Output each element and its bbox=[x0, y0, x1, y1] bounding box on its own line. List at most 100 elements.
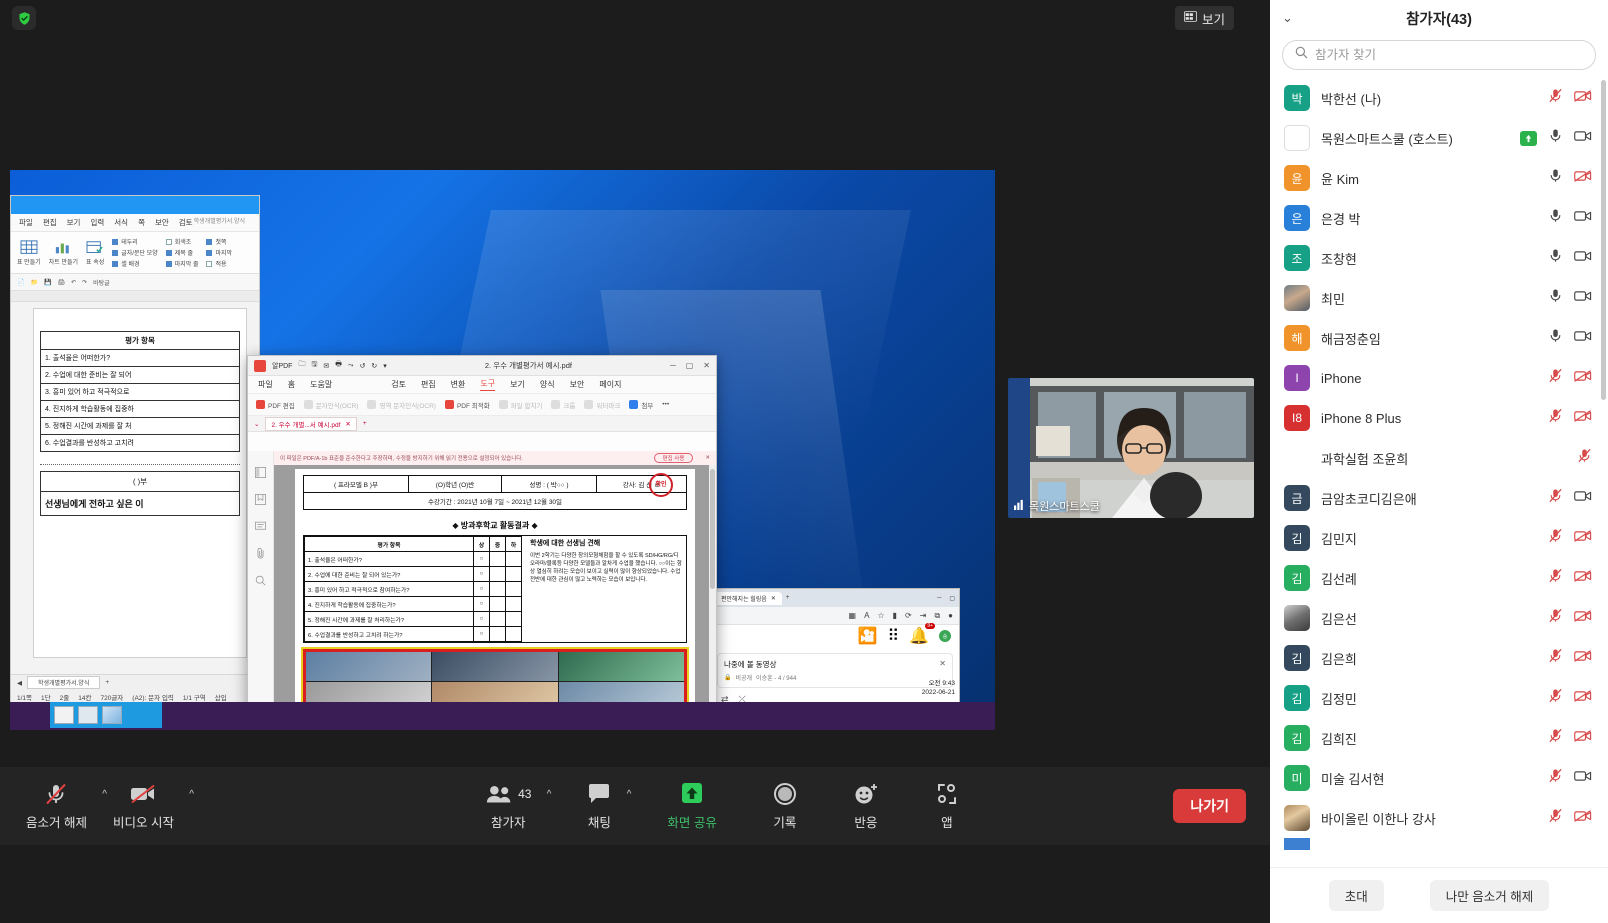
chevron-down-icon[interactable]: ▾ bbox=[383, 362, 387, 370]
taskbar-app-icon[interactable] bbox=[78, 706, 98, 724]
participant-row[interactable]: 바이올린 이한나 강사 bbox=[1270, 798, 1608, 838]
participant-row[interactable]: I8 iPhone 8 Plus bbox=[1270, 398, 1608, 438]
hwp-menu-item[interactable]: 보안 bbox=[155, 217, 169, 228]
new-tab-icon[interactable]: + bbox=[786, 595, 790, 601]
checkbox[interactable] bbox=[165, 249, 172, 256]
undo-icon[interactable]: ↺ bbox=[360, 362, 366, 370]
participant-row[interactable]: 과학실험 조윤희 bbox=[1270, 438, 1608, 478]
share-screen-button[interactable]: 화면 공유 bbox=[667, 781, 717, 831]
maximize-icon[interactable]: ▢ bbox=[949, 595, 959, 602]
participant-row[interactable]: 금 금암초코디김은애 bbox=[1270, 478, 1608, 518]
video-off-icon[interactable] bbox=[1574, 609, 1592, 628]
participant-row-partial[interactable] bbox=[1270, 838, 1608, 850]
participant-row[interactable]: 김 김은희 bbox=[1270, 638, 1608, 678]
hwp-quick-toolbar[interactable]: 📄 📁 💾 🖨 ↶ ↷ 바탕글 bbox=[11, 274, 259, 291]
collections-icon[interactable]: ▦ bbox=[849, 611, 857, 620]
close-icon[interactable]: ✕ bbox=[699, 455, 710, 461]
hangul-word-processor-window[interactable]: 학생개별평가서.양식 파일 편집 보기 입력 서식 쪽 보안 검토 표 만들기 bbox=[10, 195, 260, 705]
hwp-table-properties-button[interactable]: 표 속성 bbox=[86, 240, 104, 266]
pdf-sidebar[interactable] bbox=[248, 451, 274, 730]
checkbox[interactable] bbox=[206, 260, 213, 267]
reactions-button[interactable]: 반응 bbox=[853, 781, 879, 831]
hwp-document-page[interactable]: 평가 항목 1. 출석율은 어떠한가? 2. 수업에 대한 준비는 잘 되어 3… bbox=[33, 308, 247, 658]
video-off-icon[interactable] bbox=[1574, 689, 1592, 708]
pdf-menu-tools[interactable]: 도구 bbox=[480, 378, 496, 391]
participant-row[interactable]: 은 은경 박 bbox=[1270, 198, 1608, 238]
youtube-header[interactable]: 🎦 ⠿ 🔔 9+ 승 bbox=[711, 623, 959, 647]
shared-screen-region[interactable]: 학생개별평가서.양식 파일 편집 보기 입력 서식 쪽 보안 검토 표 만들기 bbox=[10, 170, 995, 730]
video-on-icon[interactable] bbox=[1574, 209, 1592, 228]
pdf-tool-edit[interactable]: PDF 편집 bbox=[256, 400, 295, 410]
open-folder-icon[interactable]: 🗀 bbox=[298, 360, 305, 371]
mic-muted-icon[interactable] bbox=[1548, 808, 1563, 828]
hwp-doc-tab[interactable]: 학생개별평가서.양식 bbox=[27, 676, 101, 689]
video-on-icon[interactable] bbox=[1574, 329, 1592, 348]
video-off-icon[interactable] bbox=[1574, 529, 1592, 548]
unmute-me-button[interactable]: 나만 음소거 해제 bbox=[1429, 880, 1550, 911]
mic-muted-icon[interactable] bbox=[1548, 568, 1563, 588]
hwp-menu-item[interactable]: 입력 bbox=[90, 217, 104, 228]
video-on-icon[interactable] bbox=[1574, 129, 1592, 148]
mic-on-icon[interactable] bbox=[1548, 208, 1563, 228]
participant-row[interactable]: 김 김민지 bbox=[1270, 518, 1608, 558]
close-icon[interactable]: ✕ bbox=[939, 659, 946, 668]
print-icon[interactable]: 🖨 bbox=[57, 279, 65, 286]
pdf-menu-file[interactable]: 파일 bbox=[258, 379, 273, 390]
video-off-icon[interactable] bbox=[1574, 369, 1592, 388]
invite-button[interactable]: 초대 bbox=[1328, 880, 1384, 911]
pdf-menu-view[interactable]: 보기 bbox=[510, 379, 525, 390]
mic-on-icon[interactable] bbox=[1548, 248, 1563, 268]
participant-row[interactable]: 최민 bbox=[1270, 278, 1608, 318]
leave-meeting-button[interactable]: 나가기 bbox=[1173, 789, 1246, 823]
video-off-icon[interactable] bbox=[1574, 409, 1592, 428]
participants-scrollbar[interactable] bbox=[1601, 80, 1606, 400]
mic-on-icon[interactable] bbox=[1548, 168, 1563, 188]
pdf-menu-edit[interactable]: 편집 bbox=[421, 379, 436, 390]
pdf-tool-optimize[interactable]: PDF 최적화 bbox=[444, 400, 490, 410]
participants-list[interactable]: 박 박한선 (나) 목원스마트스쿨 (호스트) 윤 윤 Kim 은 은경 박 조 조창현 최민 해 해… bbox=[1270, 78, 1608, 867]
mic-muted-icon[interactable] bbox=[1548, 528, 1563, 548]
mic-muted-icon[interactable] bbox=[1548, 728, 1563, 748]
participants-options-chevron[interactable]: ^ bbox=[547, 789, 552, 800]
pdf-menu-home[interactable]: 홈 bbox=[288, 379, 295, 390]
hwp-menu-item[interactable]: 편집 bbox=[43, 217, 57, 228]
hwp-nav-first[interactable]: ◀ bbox=[17, 679, 22, 687]
record-button[interactable]: 기록 bbox=[773, 781, 797, 831]
mic-muted-icon[interactable] bbox=[1548, 488, 1563, 508]
history-icon[interactable]: ⇥ bbox=[920, 611, 927, 620]
save-icon[interactable]: 💾 bbox=[44, 279, 51, 286]
taskbar-preview[interactable] bbox=[50, 702, 162, 728]
bookmarks-icon[interactable] bbox=[255, 492, 266, 510]
share-icon[interactable]: ⤳ bbox=[348, 362, 354, 370]
redo-icon[interactable]: ↻ bbox=[371, 362, 377, 370]
close-icon[interactable]: ✕ bbox=[771, 595, 776, 602]
close-icon[interactable]: ✕ bbox=[703, 361, 710, 370]
participant-row[interactable]: 조 조창현 bbox=[1270, 238, 1608, 278]
checkbox[interactable] bbox=[112, 249, 119, 256]
pdf-canvas[interactable]: 확인 ( 프라모델 B )부 (O)학년 (O)반 성명 : ( 박○○ ) 강… bbox=[274, 465, 716, 730]
mic-on-icon[interactable] bbox=[1548, 328, 1563, 348]
mic-muted-icon[interactable] bbox=[1548, 408, 1563, 428]
create-video-icon[interactable]: 🎦 bbox=[857, 626, 877, 646]
chat-options-chevron[interactable]: ^ bbox=[627, 789, 632, 800]
minimize-icon[interactable]: ─ bbox=[670, 361, 676, 370]
notifications-icon[interactable]: 🔔 9+ bbox=[909, 623, 935, 646]
pdf-scrollbar[interactable] bbox=[709, 465, 716, 730]
pdf-menu-help[interactable]: 도움말 bbox=[310, 379, 332, 390]
participant-row[interactable]: 미 미술 김서현 bbox=[1270, 758, 1608, 798]
chevron-down-icon[interactable]: ⌄ bbox=[1282, 10, 1293, 26]
search-icon[interactable] bbox=[255, 573, 266, 591]
redo-icon[interactable]: ↷ bbox=[82, 279, 87, 286]
thumbnails-icon[interactable] bbox=[255, 465, 266, 483]
apps-button[interactable]: 앱 bbox=[935, 781, 959, 831]
video-options-chevron[interactable]: ^ bbox=[189, 789, 194, 800]
apps-grid-icon[interactable]: ⠿ bbox=[887, 626, 899, 646]
hwp-insert-table-button[interactable]: 표 만들기 bbox=[17, 239, 41, 266]
mic-muted-icon[interactable] bbox=[1548, 648, 1563, 668]
mic-on-icon[interactable] bbox=[1548, 128, 1563, 148]
mic-muted-icon[interactable] bbox=[1548, 688, 1563, 708]
pdf-new-tab-icon[interactable]: + bbox=[363, 420, 367, 427]
search-input[interactable] bbox=[1315, 48, 1583, 62]
pdf-menu-form[interactable]: 양식 bbox=[540, 379, 555, 390]
open-folder-icon[interactable]: 📁 bbox=[30, 279, 37, 286]
